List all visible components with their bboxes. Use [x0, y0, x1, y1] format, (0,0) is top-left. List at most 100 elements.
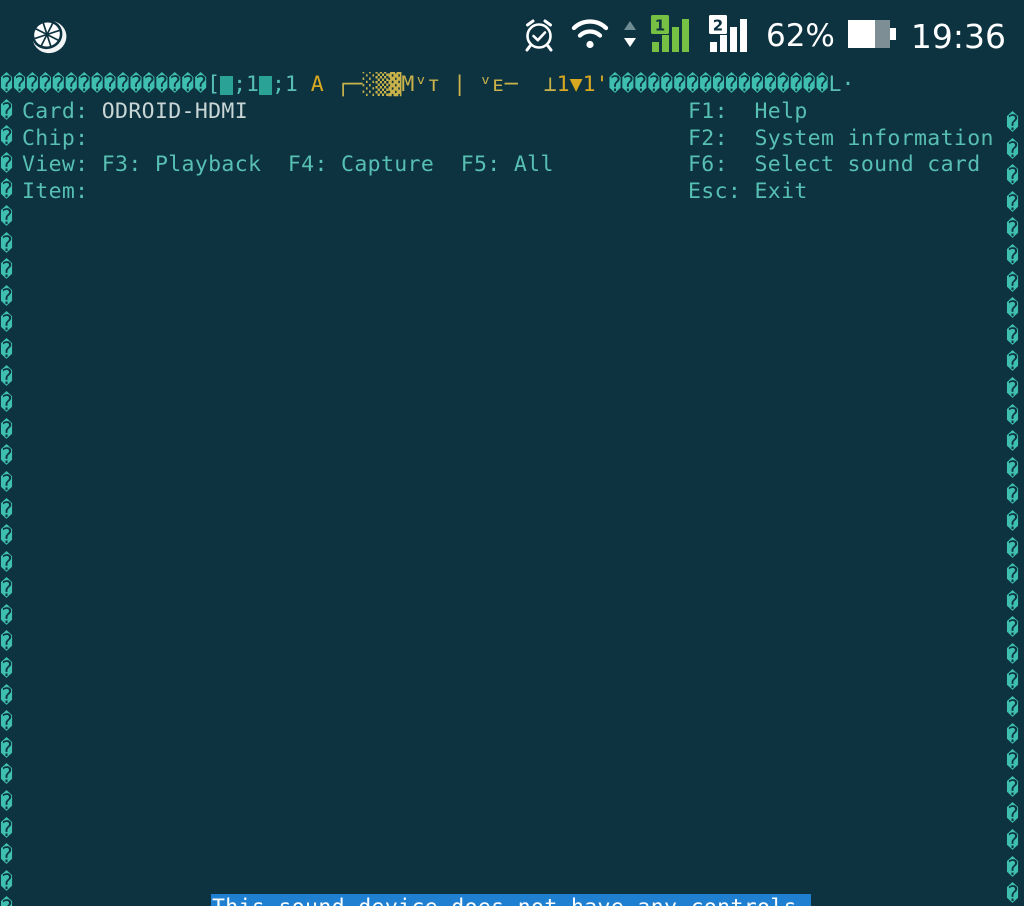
border-glyph: �	[1006, 403, 1019, 429]
title-bracket: [	[207, 72, 221, 97]
title-right-fill: �����������������	[608, 72, 829, 97]
lemon-slice-icon[interactable]	[25, 13, 71, 59]
border-glyph: �	[1006, 696, 1019, 722]
title-digit-1b: 1	[582, 72, 596, 97]
border-glyph: �	[0, 417, 13, 443]
border-glyph: �	[0, 311, 13, 337]
help-row[interactable]: F2: System information	[688, 126, 994, 153]
border-glyph: �	[0, 258, 13, 284]
title-left-fill: ����������������	[0, 72, 208, 97]
border-glyph: �	[0, 630, 13, 656]
border-glyph: �	[0, 763, 13, 789]
border-glyph: �	[0, 896, 16, 906]
border-glyph: �	[0, 843, 13, 869]
border-glyph: �	[1006, 376, 1019, 402]
info-row: Item:	[22, 179, 102, 206]
help-row-action: Select sound card	[754, 152, 981, 178]
status-bar-icons: 1 2 62% 19:36	[520, 14, 1006, 58]
info-row: View: F3: Playback F4: Capture F5: All	[22, 152, 554, 179]
border-glyph: �	[0, 683, 13, 709]
wifi-icon	[570, 17, 610, 55]
title-digit-1: 1	[556, 72, 570, 97]
title-block-1	[220, 76, 234, 95]
border-glyph: �	[1006, 855, 1019, 881]
help-row[interactable]: F6: Select sound card	[688, 152, 980, 179]
help-row-action: System information	[754, 125, 994, 151]
info-row-label: Card:	[22, 99, 102, 124]
help-row[interactable]: F1: Help	[688, 99, 808, 126]
border-glyph: �	[1006, 430, 1019, 456]
status-bar-clock: 19:36	[910, 16, 1006, 56]
border-glyph: �	[0, 391, 13, 417]
title-triangle-icon: ▼	[569, 72, 583, 97]
border-glyph: �	[1006, 243, 1019, 269]
border-glyph: �	[1006, 642, 1019, 668]
terminal-right-border: �������������������������������	[1006, 111, 1022, 906]
terminal-title-row: ����������������[;1 ;1 A ┌─░▒▓Mᵛᴛ | ᵛᴇ─ ⊥…	[0, 72, 1024, 99]
help-row[interactable]: Esc: Exit	[688, 179, 808, 206]
help-row-key: Esc:	[688, 178, 755, 204]
border-glyph: �	[1006, 297, 1019, 323]
info-row-label: Item:	[22, 178, 102, 204]
border-glyph: �	[1006, 669, 1019, 695]
border-glyph: �	[1006, 563, 1019, 589]
info-row: Chip:	[22, 126, 102, 153]
border-glyph: �	[1006, 190, 1019, 216]
sim1-badge-text: 1	[655, 17, 665, 35]
border-glyph: �	[0, 736, 13, 762]
border-glyph: �	[0, 816, 13, 842]
alarm-clock-icon	[520, 15, 558, 57]
border-glyph: �	[1006, 270, 1019, 296]
title-sep-1: ;1	[233, 72, 259, 97]
border-glyph: �	[0, 204, 13, 230]
border-glyph: �	[0, 550, 13, 576]
signal-bars-sim1-icon: 1	[650, 14, 696, 58]
border-glyph: �	[1006, 829, 1019, 855]
border-glyph: �	[0, 869, 13, 895]
status-message: This sound device does not have any cont…	[211, 894, 812, 906]
border-glyph: �	[1006, 164, 1019, 190]
terminal-left-border: ��������������������������������	[0, 99, 16, 906]
border-glyph: �	[0, 364, 13, 390]
border-glyph: �	[1006, 536, 1019, 562]
border-glyph: �	[1006, 111, 1019, 136]
border-glyph: �	[1006, 483, 1019, 509]
border-glyph: �	[0, 444, 13, 470]
border-glyph: �	[0, 497, 13, 523]
border-glyph: �	[0, 178, 13, 204]
info-row-value: ODROID-HDMI	[101, 99, 249, 124]
info-row-label: Chip:	[22, 125, 102, 151]
help-row-action: Exit	[754, 178, 808, 204]
border-glyph: �	[1006, 509, 1019, 535]
terminal-screen[interactable]: ����������������[;1 ;1 A ┌─░▒▓Mᵛᴛ | ᵛᴇ─ ⊥…	[0, 72, 1024, 906]
border-glyph: �	[1006, 722, 1019, 748]
info-row-label: View:	[22, 152, 102, 178]
border-glyph: �	[0, 790, 13, 816]
border-glyph: �	[1006, 882, 1019, 906]
border-glyph: �	[0, 470, 13, 496]
border-glyph: �	[0, 657, 13, 683]
info-row: Card: ODROID-HDMI	[22, 99, 248, 126]
title-garbled-middle: ┌─░▒▓Mᵛᴛ | ᵛᴇ─ ⊥	[336, 72, 557, 97]
signal-bars-sim2-icon: 2	[708, 14, 754, 58]
border-glyph: �	[0, 524, 13, 550]
border-glyph: �	[1006, 616, 1019, 642]
border-glyph: �	[1006, 775, 1019, 801]
border-glyph: �	[0, 125, 13, 151]
android-status-bar: 1 2 62% 19:36	[0, 0, 1024, 72]
border-glyph: �	[0, 231, 13, 257]
border-glyph: �	[1006, 323, 1019, 349]
help-row-action: Help	[754, 99, 808, 124]
border-glyph: �	[0, 98, 13, 124]
data-transfer-arrows-icon	[622, 17, 638, 55]
border-glyph: �	[0, 710, 13, 736]
title-tick: '	[595, 72, 609, 97]
info-row-value: F3: Playback F4: Capture F5: All	[101, 152, 554, 178]
border-glyph: �	[1006, 137, 1019, 163]
sim2-badge-text: 2	[713, 17, 723, 35]
help-row-key: F2:	[688, 125, 755, 151]
border-glyph: �	[0, 337, 13, 363]
battery-percent-label: 62%	[765, 18, 835, 54]
border-glyph: �	[1006, 217, 1019, 243]
border-glyph: �	[0, 284, 13, 310]
